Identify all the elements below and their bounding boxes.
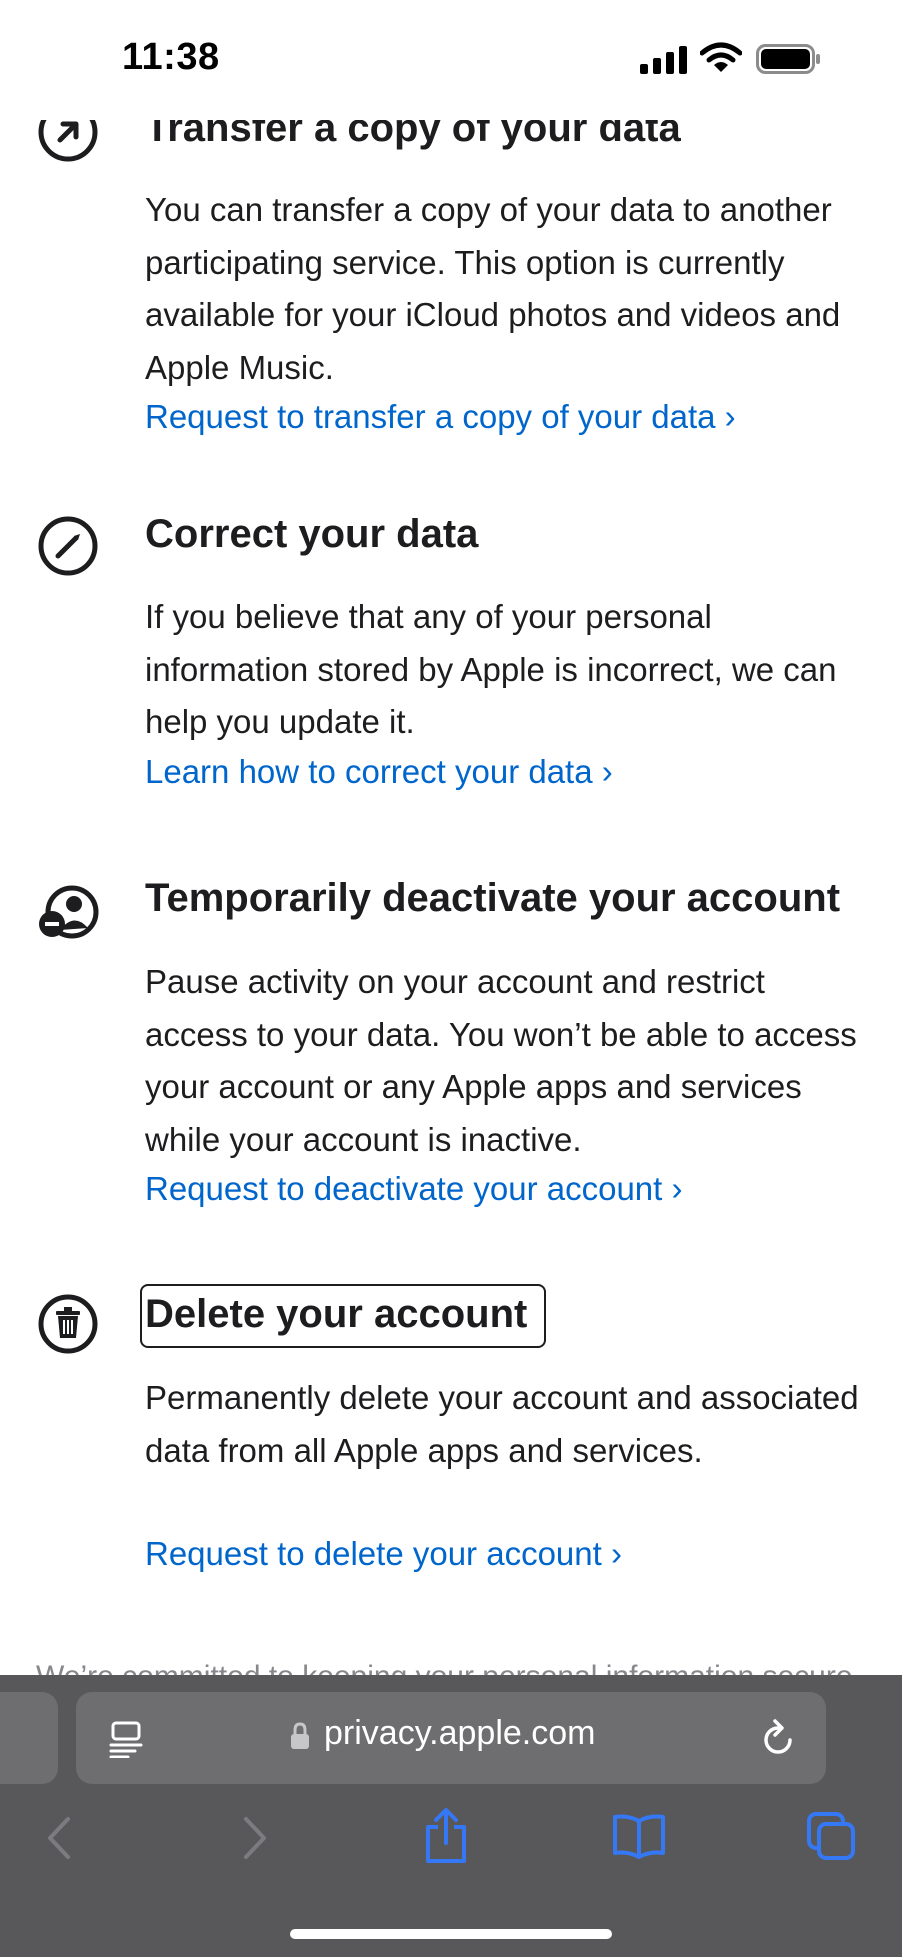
share-icon[interactable] bbox=[424, 1807, 468, 1865]
safari-toolbar: privacy.apple.com bbox=[0, 1675, 902, 1957]
tabs-icon[interactable] bbox=[806, 1811, 856, 1861]
reader-mode-icon[interactable] bbox=[108, 1720, 144, 1758]
section-body: You can transfer a copy of your data to … bbox=[145, 191, 841, 386]
url-text[interactable]: privacy.apple.com bbox=[324, 1714, 596, 1753]
section-body: Pause activity on your account and restr… bbox=[145, 963, 857, 1158]
home-indicator bbox=[290, 1929, 612, 1939]
battery-icon bbox=[756, 44, 820, 74]
cellular-signal-icon bbox=[640, 46, 687, 74]
forward-chevron-icon[interactable] bbox=[240, 1815, 270, 1861]
pencil-circle-icon bbox=[38, 516, 98, 576]
deactivate-account-link[interactable]: Request to deactivate your account › bbox=[145, 1170, 682, 1208]
status-bar: 11:38 bbox=[0, 0, 902, 120]
previous-tab-preview[interactable] bbox=[0, 1692, 58, 1784]
trash-circle-icon bbox=[38, 1294, 98, 1354]
transfer-data-link[interactable]: Request to transfer a copy of your data … bbox=[145, 398, 736, 436]
section-title: Temporarily deactivate your account bbox=[145, 876, 841, 920]
wifi-icon bbox=[700, 42, 742, 72]
bookmarks-icon[interactable] bbox=[612, 1813, 666, 1859]
lock-icon bbox=[291, 1722, 309, 1749]
address-bar[interactable]: privacy.apple.com bbox=[76, 1692, 826, 1784]
page-content: Transfer a copy of your data You can tra… bbox=[0, 0, 902, 1680]
section-title: Delete your account bbox=[145, 1292, 528, 1336]
correct-data-link[interactable]: Learn how to correct your data › bbox=[145, 753, 613, 791]
back-chevron-icon[interactable] bbox=[44, 1815, 74, 1861]
section-body: If you believe that any of your personal… bbox=[145, 598, 837, 740]
status-time: 11:38 bbox=[122, 36, 220, 78]
person-minus-icon bbox=[39, 885, 99, 939]
section-body: Permanently delete your account and asso… bbox=[145, 1379, 859, 1469]
delete-account-link[interactable]: Request to delete your account › bbox=[145, 1535, 622, 1573]
section-title: Correct your data bbox=[145, 512, 479, 556]
reload-icon[interactable] bbox=[760, 1718, 796, 1758]
